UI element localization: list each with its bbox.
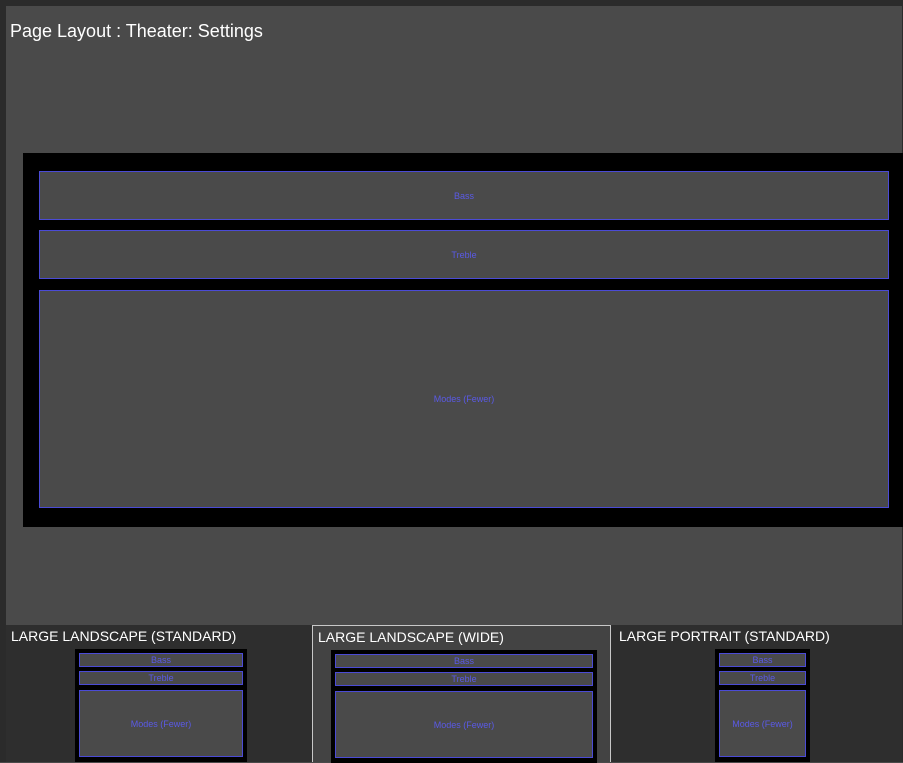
modes-block: Modes (Fewer) [79,690,243,757]
layout-thumbnail: Bass Treble Modes (Fewer) [715,649,810,762]
treble-block: Treble [79,671,243,685]
layout-option-label: LARGE LANDSCAPE (STANDARD) [11,628,237,644]
bass-block: Bass [719,653,806,667]
page-title: Page Layout : Theater: Settings [10,21,263,41]
bass-block[interactable]: Bass [39,171,889,220]
modes-block[interactable]: Modes (Fewer) [39,290,889,508]
layout-option-large-landscape-wide[interactable]: LARGE LANDSCAPE (WIDE) Bass Treble Modes… [312,625,611,763]
modes-block: Modes (Fewer) [719,690,806,757]
layout-thumbnail: Bass Treble Modes (Fewer) [75,649,247,762]
bass-block: Bass [335,654,593,668]
bass-block: Bass [79,653,243,667]
layout-option-large-landscape-standard[interactable]: LARGE LANDSCAPE (STANDARD) Bass Treble M… [6,625,310,762]
layout-preview-canvas: Bass Treble Modes (Fewer) [23,153,903,527]
layout-option-large-portrait-standard[interactable]: LARGE PORTRAIT (STANDARD) Bass Treble Mo… [614,625,902,762]
layout-option-label: LARGE LANDSCAPE (WIDE) [318,629,504,645]
layout-thumbnail: Bass Treble Modes (Fewer) [331,650,597,763]
modes-block: Modes (Fewer) [335,691,593,758]
layout-option-label: LARGE PORTRAIT (STANDARD) [619,628,830,644]
treble-block: Treble [719,671,806,685]
layout-selector-tray: LARGE LANDSCAPE (STANDARD) Bass Treble M… [6,625,902,763]
treble-block: Treble [335,672,593,686]
treble-block[interactable]: Treble [39,230,889,279]
